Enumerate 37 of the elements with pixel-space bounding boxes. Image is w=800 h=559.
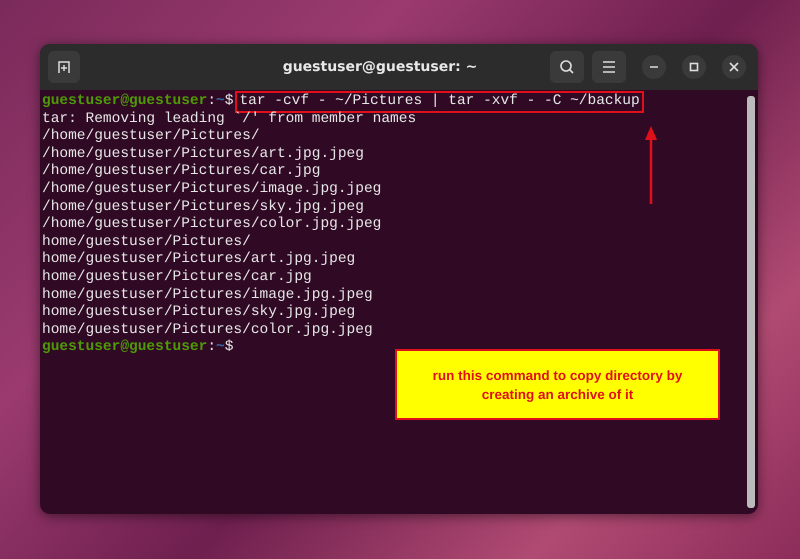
menu-button[interactable] <box>592 51 626 83</box>
prompt-path: ~ <box>216 93 225 111</box>
output-line: home/guestuser/Pictures/color.jpg.jpeg <box>42 322 373 340</box>
prompt-separator: : <box>207 339 216 357</box>
prompt-separator: : <box>207 93 216 111</box>
output-line: home/guestuser/Pictures/car.jpg <box>42 268 312 287</box>
prompt-user: guestuser@guestuser <box>42 339 208 357</box>
output-line: /home/guestuser/Pictures/car.jpg <box>42 163 320 181</box>
new-tab-icon <box>56 59 72 75</box>
new-tab-button[interactable] <box>48 51 80 83</box>
output-line: home/guestuser/Pictures/art.jpg.jpeg <box>42 251 356 269</box>
maximize-button[interactable] <box>682 55 706 79</box>
close-button[interactable] <box>722 55 746 79</box>
output-line: home/guestuser/Pictures/image.jpg.jpeg <box>42 286 373 304</box>
scrollbar-thumb[interactable] <box>747 96 755 508</box>
minimize-icon <box>649 66 659 68</box>
output-line: /home/guestuser/Pictures/ <box>42 128 260 146</box>
output-line: /home/guestuser/Pictures/sky.jpg.jpeg <box>42 198 364 216</box>
maximize-icon <box>689 62 699 72</box>
output-line: tar: Removing leading `/' from member names <box>42 110 416 128</box>
search-button[interactable] <box>550 51 584 83</box>
annotation-note: run this command to copy directory by creating an archive of it <box>395 349 720 420</box>
command-text: tar -cvf - ~/Pictures | tar -xvf - -C ~/backup <box>235 91 644 113</box>
prompt-path: ~ <box>216 339 225 357</box>
window-title: guestuser@guestuser: ~ <box>282 59 478 75</box>
close-icon <box>729 62 739 72</box>
search-icon <box>559 59 575 75</box>
output-line: /home/guestuser/Pictures/color.jpg.jpeg <box>42 216 382 234</box>
prompt-symbol: $ <box>224 93 234 111</box>
menu-icon <box>602 61 616 73</box>
prompt-user: guestuser@guestuser <box>42 93 208 111</box>
output-line: /home/guestuser/Pictures/art.jpg.jpeg <box>42 146 364 164</box>
output-line: home/guestuser/Pictures/ <box>42 234 251 252</box>
output-line: /home/guestuser/Pictures/image.jpg.jpeg <box>42 180 382 199</box>
output-line: home/guestuser/Pictures/sky.jpg.jpeg <box>42 304 356 322</box>
prompt-symbol: $ <box>224 339 234 357</box>
minimize-button[interactable] <box>642 55 666 79</box>
